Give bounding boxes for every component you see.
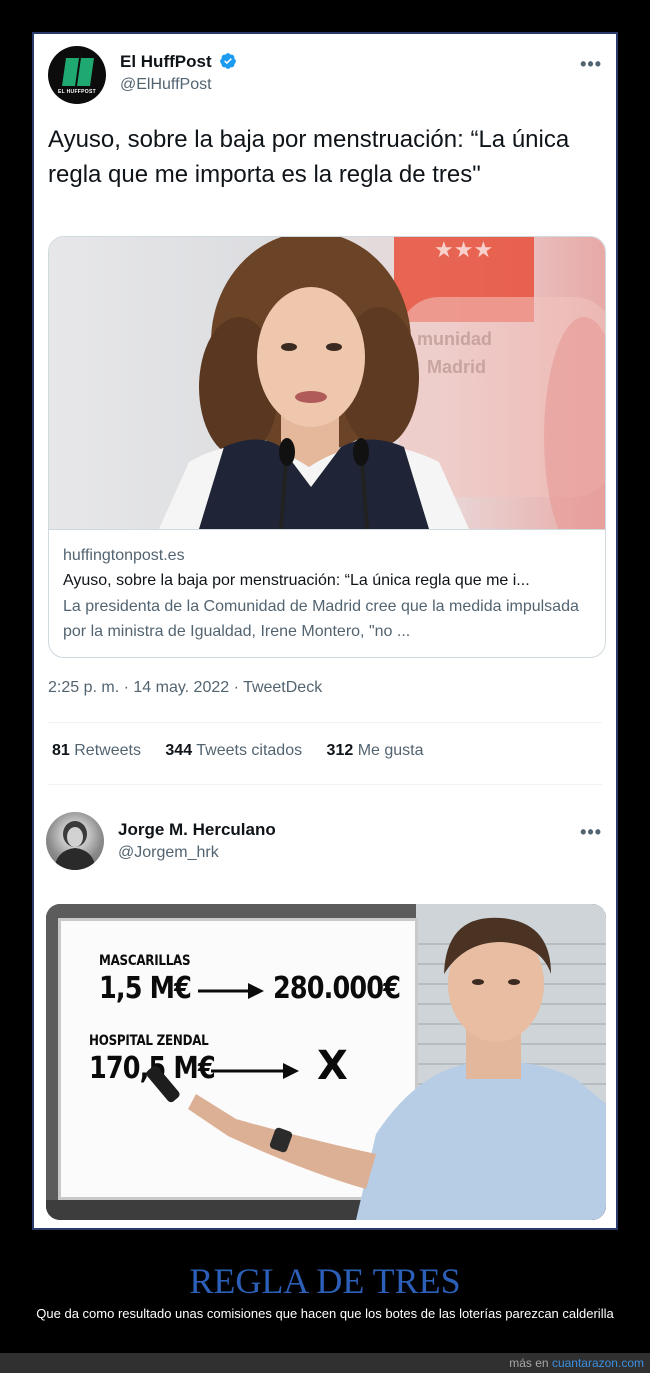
retweets-count: 81 xyxy=(52,742,70,759)
tweet-header: EL HUFFPOST El HuffPost @ElHuffPost ••• xyxy=(48,46,602,106)
card-description: La presidenta de la Comunidad de Madrid … xyxy=(63,598,579,640)
avatar-logo-text: EL HUFFPOST xyxy=(58,89,96,95)
likes-stat[interactable]: 312 Me gusta xyxy=(327,742,424,759)
tweet-stats: 81 Retweets 344 Tweets citados 312 Me gu… xyxy=(52,742,444,760)
footer-prefix: más en xyxy=(509,1356,549,1370)
presenter-figure xyxy=(146,917,606,1220)
jorge-avatar[interactable] xyxy=(46,812,104,870)
svg-text:munidad: munidad xyxy=(417,329,492,349)
footer-text: más en cuantarazon.com xyxy=(509,1356,644,1370)
card-title: Ayuso, sobre la baja por menstruación: “… xyxy=(63,572,530,589)
card-domain: huffingtonpost.es xyxy=(63,547,185,564)
footer-bar: más en cuantarazon.com xyxy=(0,1353,650,1373)
footer-site-link[interactable]: cuantarazon.com xyxy=(552,1356,644,1370)
author-handle[interactable]: @ElHuffPost xyxy=(120,76,212,94)
retweets-stat[interactable]: 81 Retweets xyxy=(52,742,141,759)
card-info[interactable]: huffingtonpost.es Ayuso, sobre la baja p… xyxy=(49,529,605,657)
author-name-text[interactable]: El HuffPost xyxy=(120,52,212,71)
likes-label: Me gusta xyxy=(357,742,424,759)
article-photo[interactable]: ★★★ munidad Madrid xyxy=(49,237,605,529)
post-title[interactable]: REGLA DE TRES xyxy=(0,1260,650,1302)
avatar-portrait xyxy=(54,821,96,870)
likes-count: 312 xyxy=(326,742,354,759)
reply-header: Jorge M. Herculano @Jorgem_hrk ••• xyxy=(46,812,602,872)
reply-author-name[interactable]: Jorge M. Herculano xyxy=(118,820,276,840)
reply-more-options-icon[interactable]: ••• xyxy=(580,822,602,843)
quote-tweets-label: Tweets citados xyxy=(196,742,303,759)
tweet-text: Ayuso, sobre la baja por menstruación: “… xyxy=(48,126,570,188)
svg-text:Madrid: Madrid xyxy=(427,357,486,377)
divider xyxy=(48,722,602,723)
quote-tweets-stat[interactable]: 344 Tweets citados xyxy=(165,742,302,759)
post-subtitle: Que da como resultado unas comisiones qu… xyxy=(36,1306,614,1321)
ayuso-photo-illustration: ★★★ munidad Madrid xyxy=(159,237,605,529)
huffpost-avatar[interactable]: EL HUFFPOST xyxy=(48,46,106,104)
author-name[interactable]: El HuffPost xyxy=(120,52,237,72)
screenshot-frame: EL HUFFPOST El HuffPost @ElHuffPost ••• … xyxy=(32,32,618,1230)
quote-tweets-count: 344 xyxy=(165,742,193,759)
divider xyxy=(48,784,602,785)
meme-image[interactable]: MASCARILLAS 1,5 M€ 280.000€ HOSPITAL ZEN… xyxy=(46,904,606,1220)
verified-badge-icon xyxy=(220,53,237,69)
svg-text:★★★: ★★★ xyxy=(434,237,493,262)
more-options-icon[interactable]: ••• xyxy=(580,54,602,75)
link-card[interactable]: ★★★ munidad Madrid huffingtonpost.es Ayu… xyxy=(48,236,606,658)
retweets-label: Retweets xyxy=(74,742,141,759)
tweet-timestamp[interactable]: 2:25 p. m. · 14 may. 2022 · TweetDeck xyxy=(48,679,322,697)
reply-author-handle[interactable]: @Jorgem_hrk xyxy=(118,844,219,862)
